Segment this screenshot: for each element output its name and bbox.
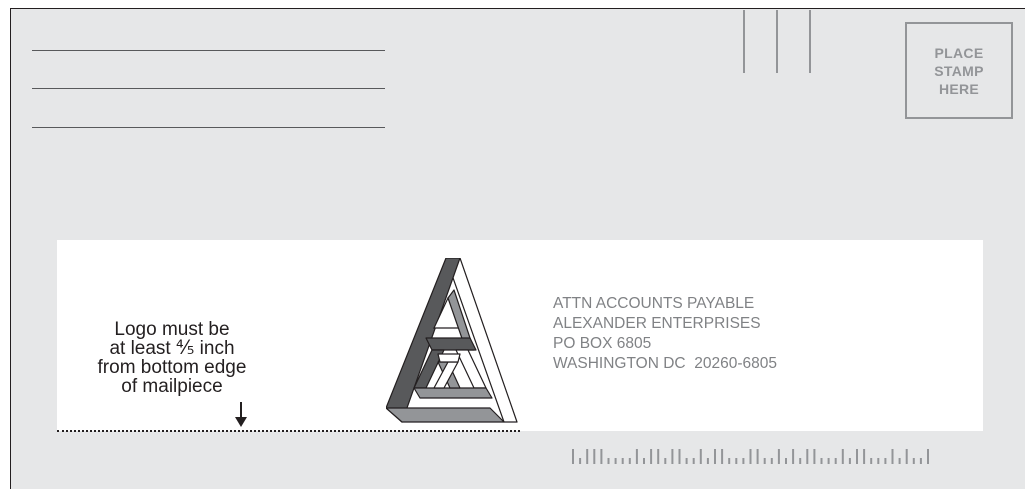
barcode-bar — [806, 449, 809, 464]
barcode-bar — [728, 458, 731, 464]
barcode-bar — [912, 458, 915, 464]
fim-bar — [809, 10, 811, 73]
address-line: ALEXANDER ENTERPRISES — [553, 315, 761, 332]
barcode-bar — [756, 449, 759, 464]
barcode-bar — [898, 458, 901, 464]
barcode-bar — [870, 458, 873, 464]
barcode-bar — [664, 458, 667, 464]
barcode-bar — [735, 458, 738, 464]
address-line: WASHINGTON DC 20260-6805 — [553, 355, 777, 372]
barcode-bar — [628, 458, 631, 464]
barcode-bar — [692, 458, 695, 464]
stamp-line: STAMP — [934, 62, 984, 79]
stamp-line: PLACE — [934, 44, 984, 61]
barcode-bar — [714, 449, 716, 464]
address-line: ATTN ACCOUNTS PAYABLE — [553, 295, 755, 312]
barcode-bar — [856, 449, 858, 464]
barcode-bar — [699, 449, 702, 464]
barcode-bar — [919, 458, 922, 464]
barcode-bar — [643, 458, 645, 464]
barcode-bar — [685, 458, 688, 464]
barcode-bar — [650, 449, 653, 464]
barcode-bar — [579, 458, 582, 464]
barcode-bar — [863, 449, 866, 464]
barcode-bar — [657, 449, 660, 464]
barcode-bar — [877, 458, 880, 464]
fim-bar — [743, 10, 745, 73]
stamp-area: PLACE STAMP HERE — [905, 22, 1013, 119]
barcode-bar — [600, 449, 603, 464]
address-line: PO BOX 6805 — [553, 335, 652, 352]
note-line: Logo must be — [114, 319, 230, 340]
bottom-edge-clearance-line — [57, 430, 520, 432]
barcode-bar — [671, 449, 674, 464]
barcode-bar — [848, 458, 851, 464]
barcode-bar — [785, 458, 787, 464]
barcode-bar — [614, 458, 617, 464]
impossible-triangle-logo — [386, 258, 518, 423]
barcode-bar — [792, 449, 795, 464]
barcode-bar — [927, 449, 929, 464]
stamp-line: HERE — [938, 80, 980, 97]
barcode-bar — [593, 449, 596, 464]
barcode-bar — [586, 449, 589, 464]
barcode-bar — [827, 458, 830, 464]
note-line: from bottom edge — [97, 357, 247, 378]
clearance-note: Logo must be at least ⅘ inch from bottom… — [62, 320, 282, 396]
barcode-bar — [799, 458, 802, 464]
return-address-line — [32, 50, 385, 51]
barcode-bar — [742, 458, 745, 464]
barcode-bar — [834, 458, 837, 464]
note-line: of mailpiece — [121, 376, 223, 397]
barcode-bar — [770, 458, 773, 464]
barcode-bar — [891, 449, 894, 464]
barcode-bar — [820, 458, 823, 464]
delivery-address: ATTN ACCOUNTS PAYABLE ALEXANDER ENTERPRI… — [553, 294, 777, 374]
barcode-bar — [607, 458, 610, 464]
barcode-bar — [621, 458, 624, 464]
barcode-bar — [841, 449, 844, 464]
barcode-bar — [813, 449, 816, 464]
note-line: at least ⅘ inch — [109, 338, 235, 359]
barcode-bar — [572, 449, 574, 464]
barcode-bar — [706, 458, 709, 464]
return-address-line — [32, 127, 385, 128]
return-address-line — [32, 88, 385, 89]
barcode-bar — [749, 449, 752, 464]
barcode-bar — [721, 449, 724, 464]
down-arrow-icon — [235, 402, 247, 427]
barcode-bar — [678, 449, 681, 464]
barcode-bar — [635, 449, 638, 464]
postal-barcode — [572, 449, 929, 464]
fim-bar — [776, 10, 778, 73]
barcode-bar — [884, 458, 887, 464]
barcode-bar — [905, 449, 908, 464]
barcode-bar — [763, 458, 766, 464]
barcode-bar — [777, 449, 780, 464]
